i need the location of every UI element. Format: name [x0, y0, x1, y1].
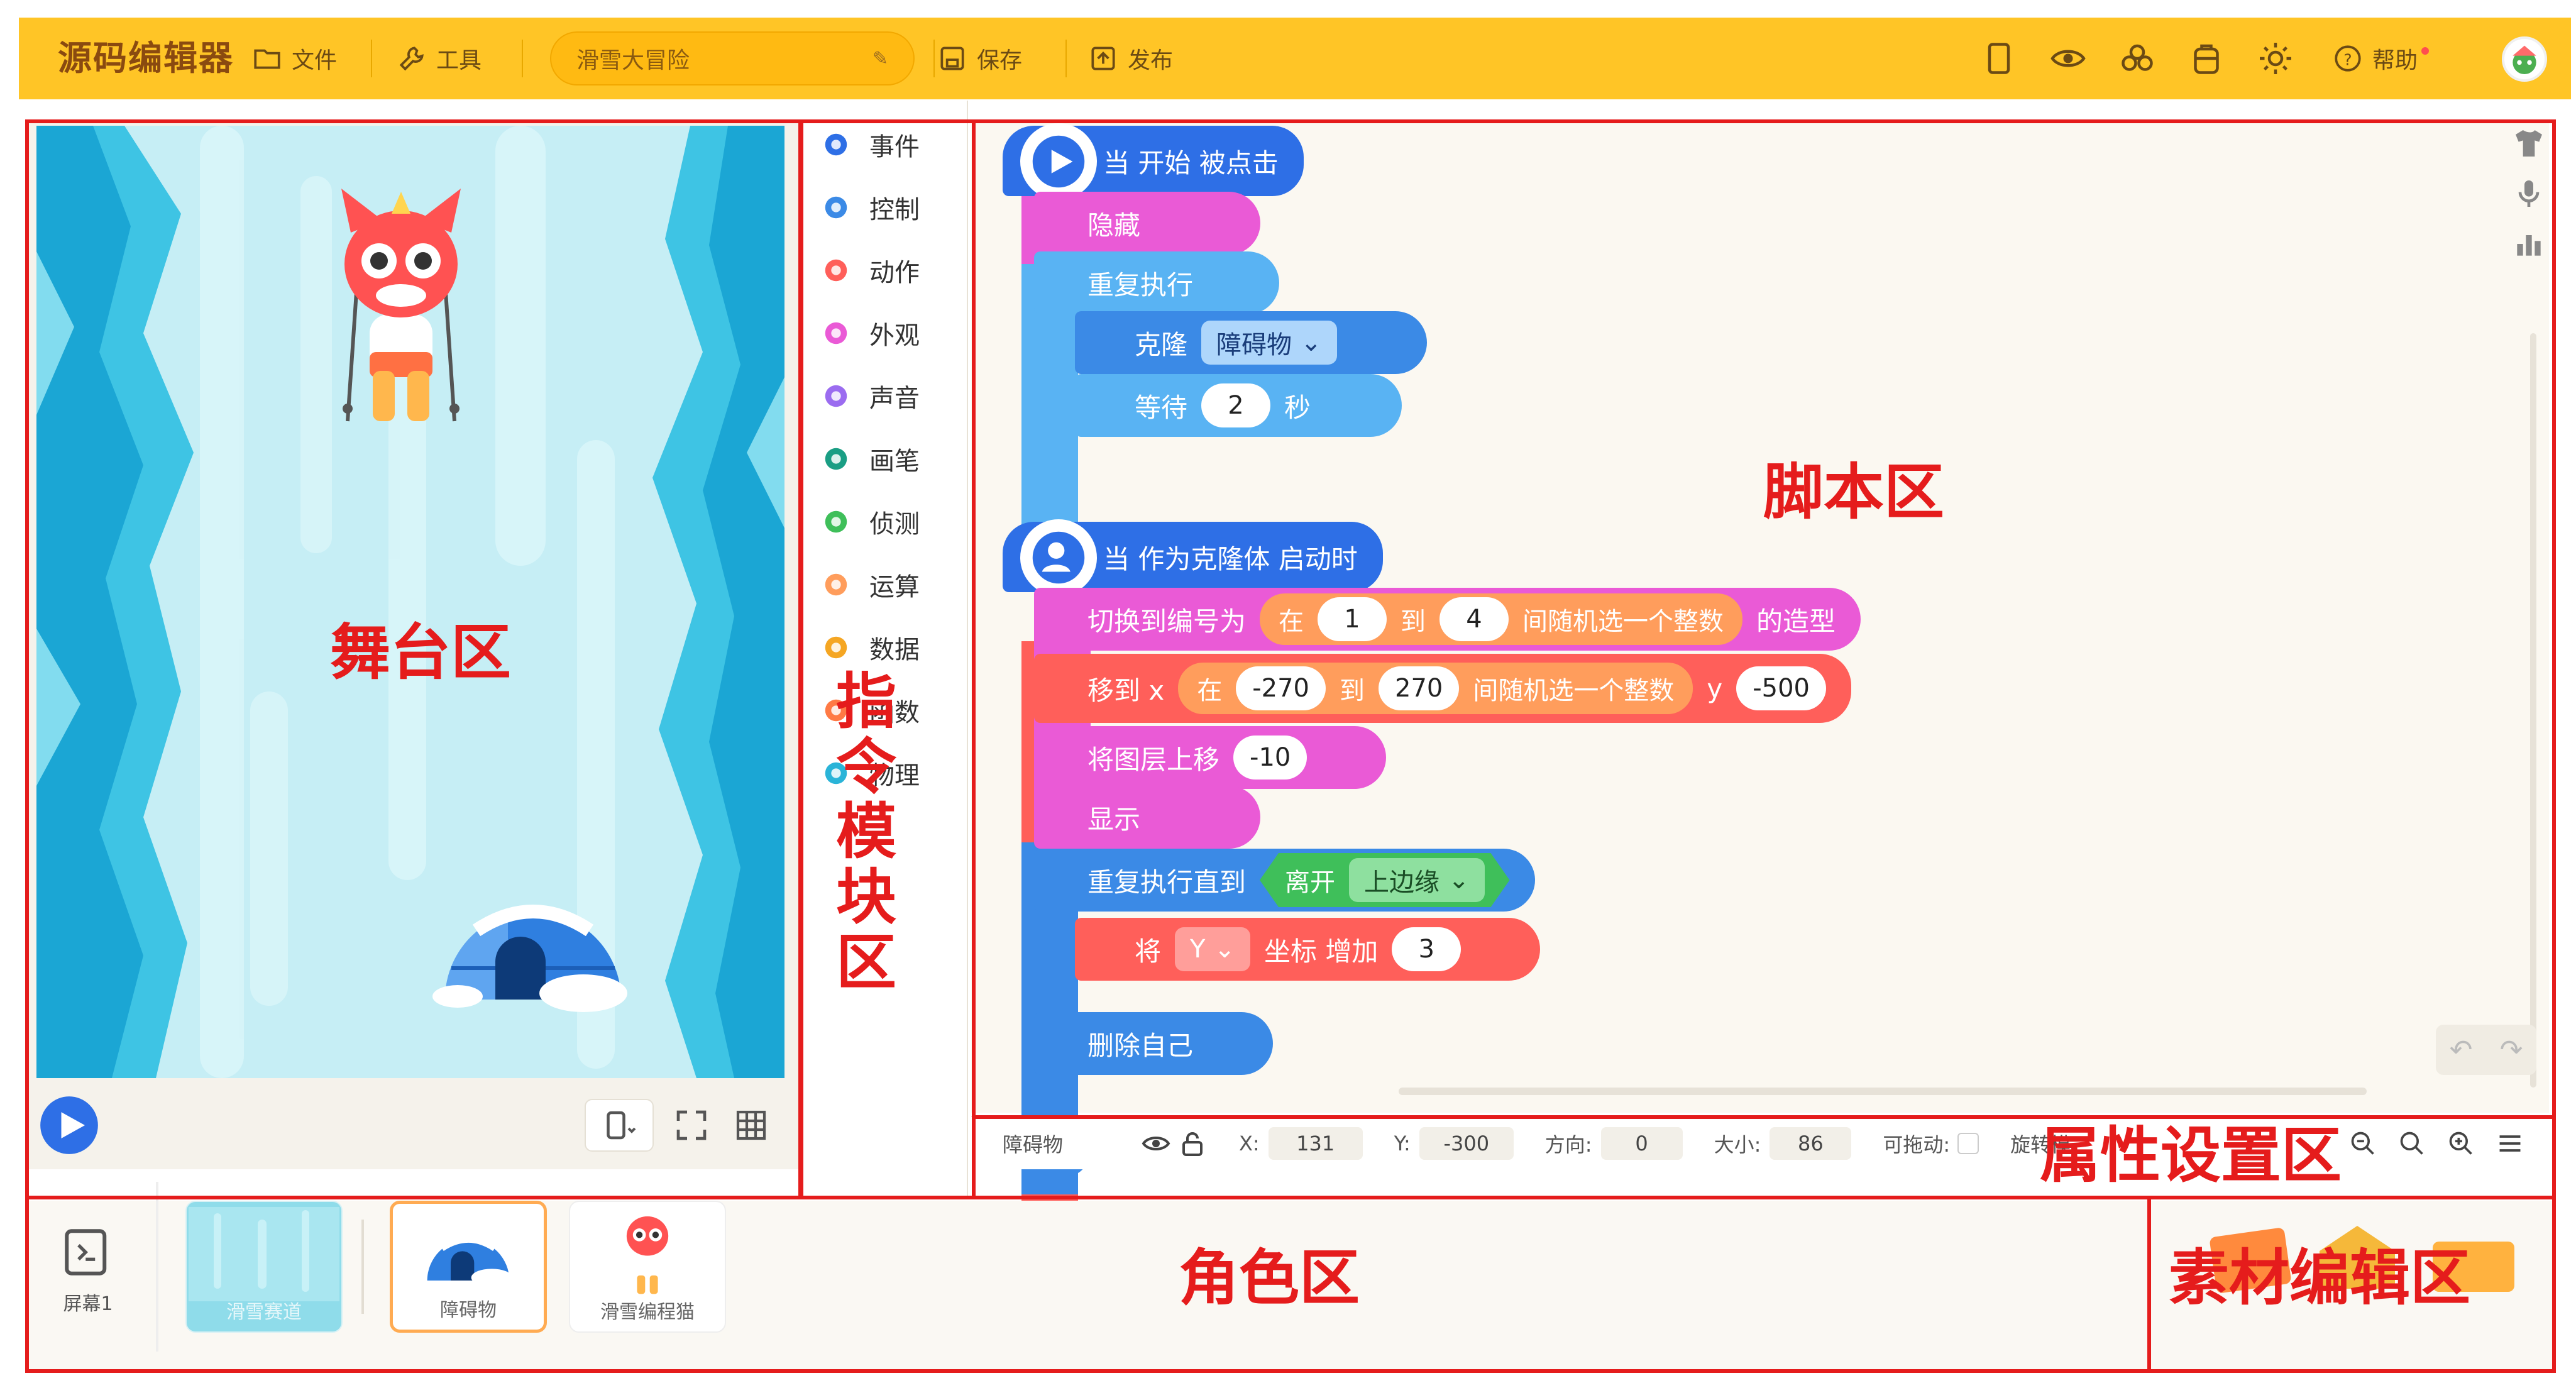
- wrench-icon: [399, 47, 424, 71]
- community-icon[interactable]: [2118, 40, 2156, 77]
- tools-menu[interactable]: 工具: [396, 18, 482, 99]
- pencil-icon: ✎: [872, 47, 888, 70]
- blocks-caption-char: 令: [836, 731, 896, 802]
- settings-icon[interactable]: [2257, 40, 2294, 77]
- publish-icon: [1091, 47, 1115, 70]
- sprites-area-caption: 角色区: [1179, 1243, 1360, 1313]
- blocks-annotation-box: [798, 119, 976, 1199]
- save-label: 保存: [977, 48, 1023, 74]
- blocks-caption-char: 块: [836, 862, 896, 933]
- divider: [522, 40, 523, 77]
- blocks-caption-char: 模: [836, 796, 896, 868]
- save-button[interactable]: 保存: [937, 18, 1022, 99]
- file-menu[interactable]: 文件: [251, 18, 337, 99]
- svg-text:?: ?: [2343, 50, 2352, 69]
- props-area-caption: 属性设置区: [2040, 1120, 2342, 1191]
- publish-button[interactable]: 发布: [1087, 18, 1173, 99]
- top-toolbar: 源码编辑器 文件 工具 滑雪大冒险 ✎ 保存 发布 ? 帮助: [19, 18, 2571, 99]
- blocks-caption-char: 指: [836, 666, 896, 737]
- tablet-icon[interactable]: [1980, 40, 2018, 77]
- app-logo: 源码编辑器: [58, 38, 234, 78]
- save-icon: [940, 47, 964, 70]
- divider: [933, 40, 935, 77]
- project-name-input[interactable]: 滑雪大冒险 ✎: [550, 31, 915, 85]
- folder-icon: [254, 49, 280, 69]
- divider: [1065, 40, 1067, 77]
- help-button[interactable]: ? 帮助: [2332, 18, 2430, 99]
- blocks-area-caption: 指令模块区: [836, 669, 896, 995]
- help-label: 帮助: [2372, 48, 2418, 74]
- stage-area-caption: 舞台区: [330, 617, 511, 688]
- publish-label: 发布: [1128, 48, 1174, 74]
- divider: [371, 40, 372, 77]
- script-annotation-box: [972, 119, 2556, 1119]
- sprites-annotation-box: [25, 1196, 2151, 1373]
- backpack-icon[interactable]: [2188, 40, 2225, 77]
- help-icon: ?: [2335, 45, 2361, 72]
- avatar[interactable]: [2502, 36, 2547, 82]
- script-area-caption: 脚本区: [1763, 457, 1944, 527]
- project-name: 滑雪大冒险: [576, 48, 690, 74]
- notification-dot: [2421, 47, 2430, 55]
- tools-menu-label: 工具: [436, 48, 482, 74]
- avatar-icon: [2513, 45, 2536, 74]
- blocks-caption-char: 区: [836, 927, 896, 998]
- file-menu-label: 文件: [292, 48, 338, 74]
- assets-area-caption: 素材编辑区: [2169, 1243, 2470, 1313]
- eye-icon[interactable]: [2049, 40, 2087, 77]
